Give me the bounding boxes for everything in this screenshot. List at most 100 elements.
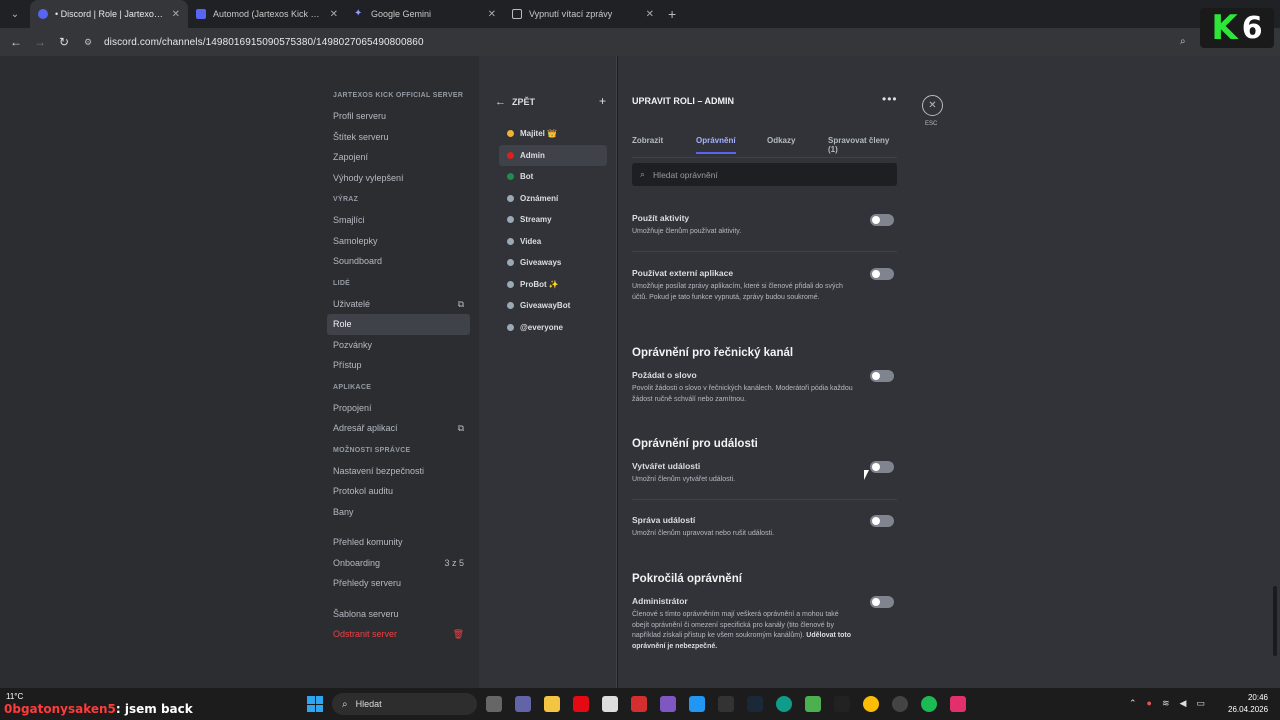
role-item[interactable]: Oznámení (499, 188, 607, 210)
nav-engagement[interactable]: Zapojení (327, 147, 470, 168)
weather-widget[interactable]: 11°C (6, 692, 23, 701)
close-tab-icon[interactable]: ✕ (488, 9, 496, 20)
tab-display[interactable]: Zobrazit (632, 136, 663, 145)
more-options-icon[interactable]: ••• (882, 92, 898, 106)
toggle-use-activities[interactable] (870, 214, 894, 226)
browser-tab-discord[interactable]: • Discord | Role | Jartexos Kick o ✕ (30, 0, 188, 28)
section-events-heading: Oprávnění pro události (632, 438, 758, 450)
role-item[interactable]: ProBot ✨ (499, 274, 607, 296)
back-icon[interactable]: ← (4, 35, 28, 49)
volume-icon[interactable]: ◀ (1180, 698, 1187, 709)
nav-emoji[interactable]: Smajlíci (327, 210, 470, 231)
browser-tab-welcome[interactable]: Vypnutí vítací zprávy ✕ (504, 0, 662, 28)
teams-icon[interactable] (515, 696, 531, 712)
zoom-icon[interactable]: ⌕ (1180, 36, 1186, 47)
minecraft-icon[interactable] (805, 696, 821, 712)
nav-server-tag[interactable]: Štítek serveru (327, 127, 470, 148)
role-color-dot (507, 323, 514, 331)
forward-icon[interactable]: → (28, 35, 52, 49)
tab-links[interactable]: Odkazy (767, 136, 795, 145)
toggle-external-apps[interactable] (870, 268, 894, 280)
edge-icon[interactable] (776, 696, 792, 712)
stream-chat-overlay: 0bgatonysaken5: jsem back (4, 702, 193, 716)
toggle-administrator[interactable] (870, 596, 894, 608)
system-clock[interactable]: 20:46 26.04.2026 (1228, 692, 1268, 716)
epic-games-icon[interactable] (718, 696, 734, 712)
back-button[interactable]: ← ZPĚT (495, 96, 535, 108)
microphone-icon[interactable]: ● (1147, 698, 1152, 709)
permission-desc: Umožňuje členům používat aktivity. (632, 228, 742, 235)
edit-role-panel: UPRAVIT ROLI – ADMIN ••• ✕ ESC Zobrazit … (618, 56, 1280, 688)
close-tab-icon[interactable]: ✕ (646, 9, 654, 20)
chrome-icon[interactable] (863, 696, 879, 712)
role-item[interactable]: Bot (499, 166, 607, 188)
wifi-icon[interactable]: ≋ (1162, 698, 1170, 709)
app-l-icon[interactable] (631, 696, 647, 712)
tab-permissions[interactable]: Oprávnění (696, 136, 736, 154)
nav-server-insights[interactable]: Přehledy serveru (327, 573, 470, 594)
browser-tab-gemini[interactable]: ✦ Google Gemini ✕ (346, 0, 504, 28)
role-item[interactable]: @everyone (499, 317, 607, 339)
nav-invites[interactable]: Pozvánky (327, 335, 470, 356)
nav-bans[interactable]: Bany (327, 502, 470, 523)
nav-audit-log[interactable]: Protokol auditu (327, 481, 470, 502)
obs-icon[interactable] (892, 696, 908, 712)
toggle-manage-events[interactable] (870, 515, 894, 527)
permission-name: Administrátor (632, 596, 688, 606)
nav-access[interactable]: Přístup (327, 355, 470, 376)
search-input[interactable] (653, 169, 874, 180)
nav-server-profile[interactable]: Profil serveru (327, 106, 470, 127)
taskbar-search[interactable]: ⌕ Hledat (332, 693, 477, 715)
spotify-icon[interactable] (921, 696, 937, 712)
terminal-icon[interactable] (834, 696, 850, 712)
toggle-request-to-speak[interactable] (870, 370, 894, 382)
new-tab-button[interactable]: + (668, 6, 676, 22)
file-explorer-icon[interactable] (544, 696, 560, 712)
nav-server-template[interactable]: Šablona serveru (327, 604, 470, 625)
url-field[interactable]: discord.com/channels/1498016915090575380… (104, 37, 424, 48)
arrow-left-icon: ← (495, 96, 506, 108)
role-item[interactable]: Videa (499, 231, 607, 253)
divider (632, 499, 897, 500)
close-tab-icon[interactable]: ✕ (330, 9, 338, 20)
nav-roles[interactable]: Role (327, 314, 470, 335)
media-player-icon[interactable] (660, 696, 676, 712)
permission-create-events: Vytvářet události Umožní členům vytvářet… (632, 461, 897, 486)
browser-tab-automod[interactable]: Automod (Jartexos Kick official ✕ (188, 0, 346, 28)
scrollbar[interactable] (1273, 586, 1277, 656)
nav-delete-server[interactable]: Odstranit server 🗑 (327, 624, 470, 645)
reload-icon[interactable]: ↻ (52, 35, 76, 49)
instagram-icon[interactable] (950, 696, 966, 712)
nav-integrations[interactable]: Propojení (327, 398, 470, 419)
nav-members[interactable]: Uživatelé ⧉ (327, 294, 470, 315)
task-view-icon[interactable] (486, 696, 502, 712)
tab-manage-members[interactable]: Spravovat členy (1) (828, 136, 897, 154)
steam-icon[interactable] (747, 696, 763, 712)
nav-community-overview[interactable]: Přehled komunity (327, 532, 470, 553)
role-item[interactable]: Admin (499, 144, 607, 166)
chevron-up-icon[interactable]: ⌃ (1129, 698, 1137, 709)
permission-use-activities: Použít aktivity Umožňuje členům používat… (632, 213, 897, 238)
nav-boost-perks[interactable]: Výhody vylepšení (327, 168, 470, 189)
netflix-icon[interactable] (573, 696, 589, 712)
nav-app-directory[interactable]: Adresář aplikací ⧉ (327, 418, 470, 439)
role-item[interactable]: GiveawayBot (499, 295, 607, 317)
search-icon: ⌕ (640, 169, 646, 179)
create-role-button[interactable]: + (599, 94, 606, 108)
nav-soundboard[interactable]: Soundboard (327, 251, 470, 272)
nav-stickers[interactable]: Samolepky (327, 231, 470, 252)
windows-start-icon[interactable] (307, 696, 323, 712)
toggle-create-events[interactable] (870, 461, 894, 473)
close-icon[interactable]: ✕ (922, 95, 943, 116)
role-item[interactable]: Majitel 👑 (499, 123, 607, 145)
tab-list-button[interactable]: ⌄ (4, 4, 26, 24)
role-item[interactable]: Giveaways (499, 252, 607, 274)
battery-icon[interactable]: ▭ (1196, 698, 1205, 709)
close-tab-icon[interactable]: ✕ (172, 9, 180, 20)
nav-safety-setup[interactable]: Nastavení bezpečnosti (327, 461, 470, 482)
site-info-icon[interactable]: ⚙ (84, 37, 94, 47)
store-icon[interactable] (602, 696, 618, 712)
role-item[interactable]: Streamy (499, 209, 607, 231)
app-blue-icon[interactable] (689, 696, 705, 712)
nav-onboarding[interactable]: Onboarding 3 z 5 (327, 553, 470, 574)
